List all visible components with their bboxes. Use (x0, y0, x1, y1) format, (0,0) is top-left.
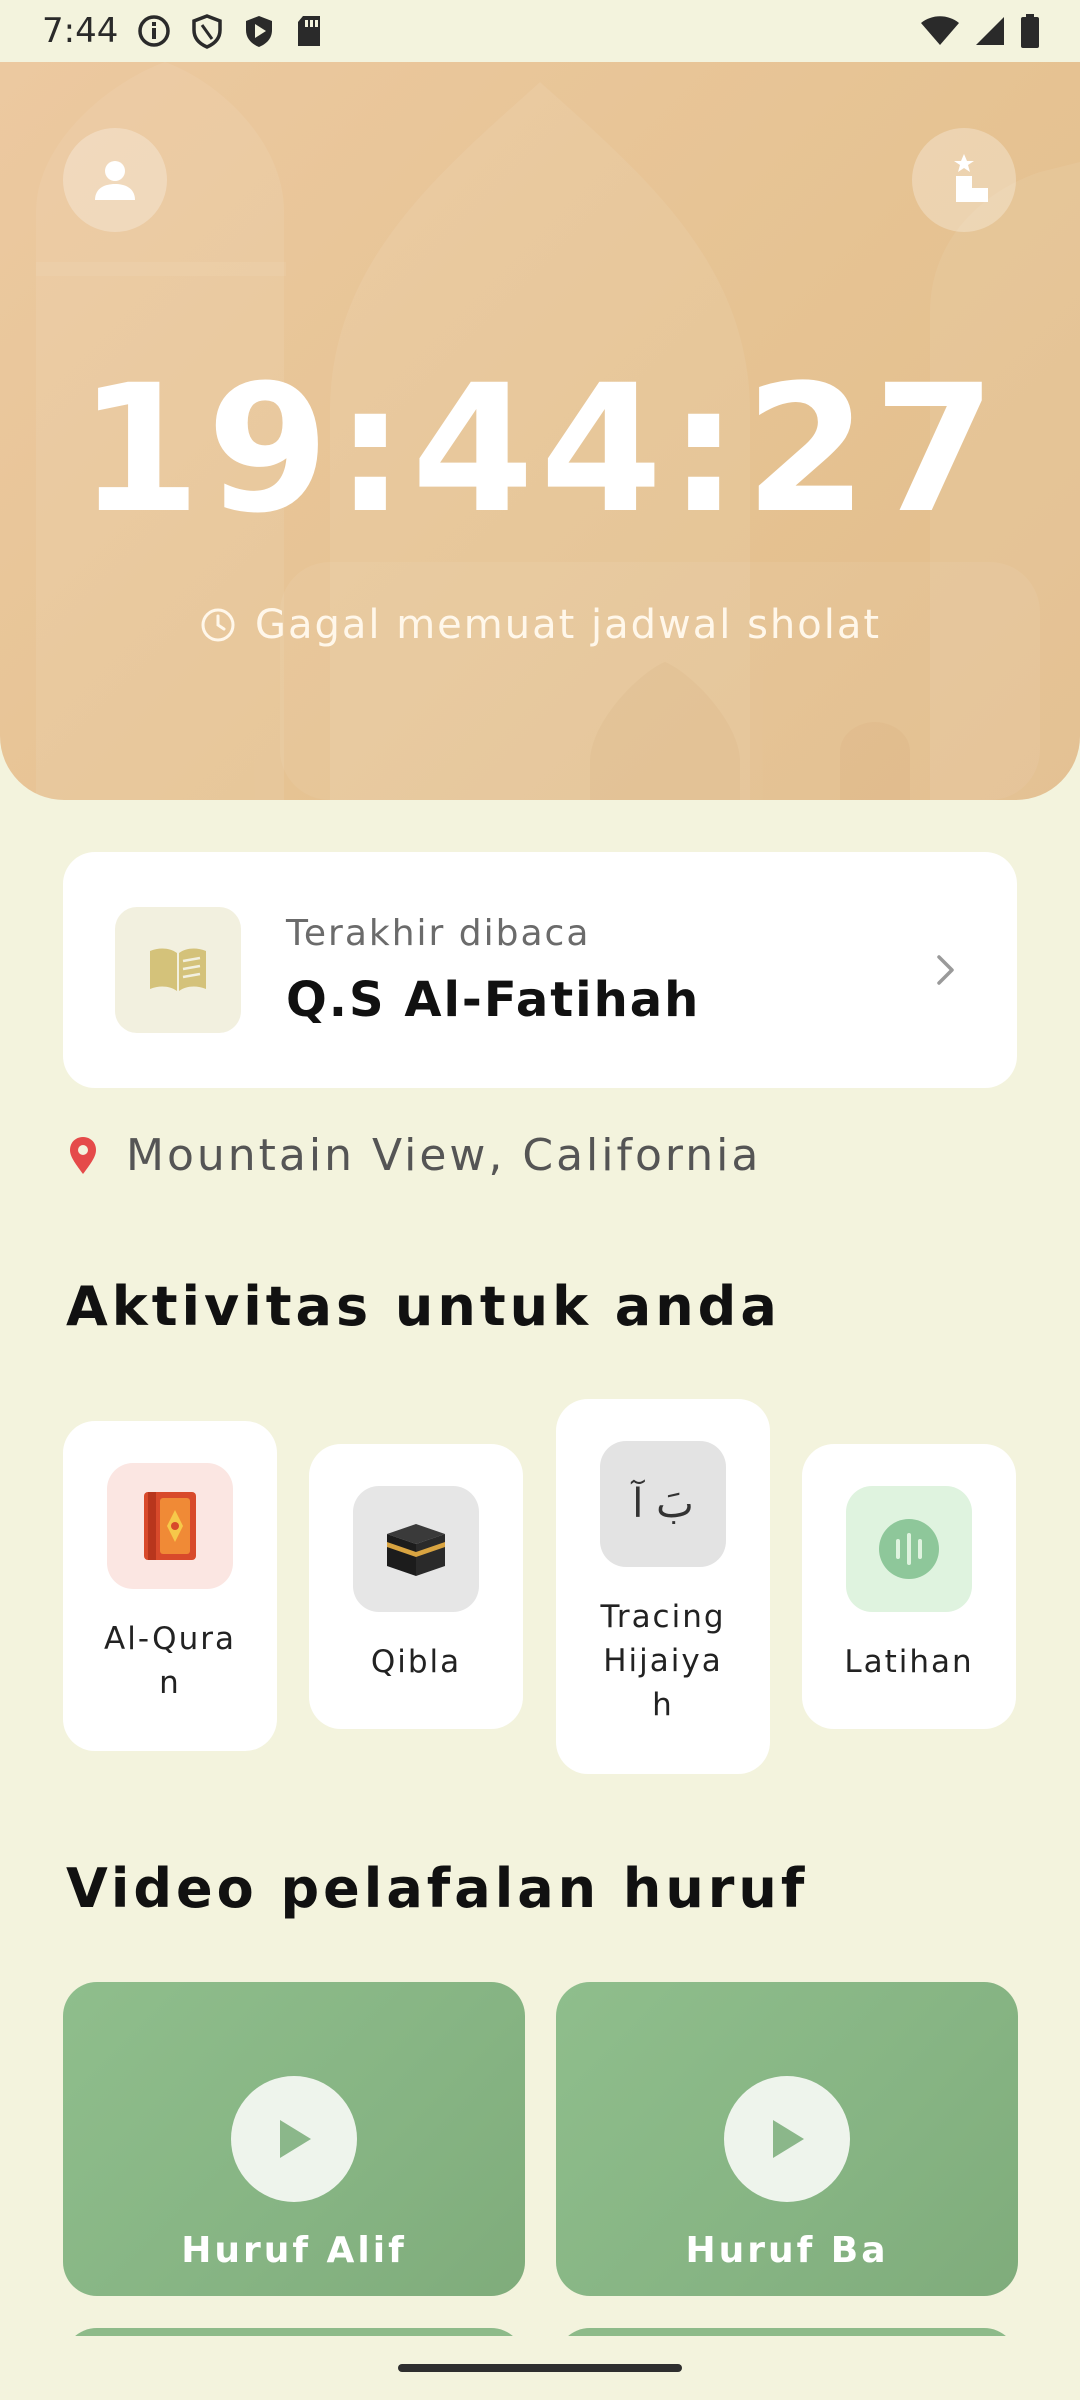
video-label: Huruf Alif (181, 2230, 407, 2271)
activity-card-tracing-hijaiyah[interactable]: بَ آ Tracing Hijaiyah (556, 1399, 770, 1774)
current-time-clock: 19:44:27 (78, 347, 1002, 552)
last-read-label: Terakhir dibaca (286, 912, 591, 954)
pillar-button[interactable] (912, 128, 1016, 232)
sd-card-icon (294, 14, 324, 48)
play-button[interactable] (724, 2076, 850, 2202)
activity-card-latihan[interactable]: Latihan (802, 1444, 1016, 1729)
info-icon (136, 13, 172, 49)
location-pin-icon (70, 1136, 96, 1174)
activity-label: Al-Quran (104, 1621, 236, 1701)
activity-label: Qibla (370, 1644, 462, 1680)
activity-label: Latihan (844, 1644, 974, 1680)
activity-card-qibla[interactable]: Qibla (309, 1444, 523, 1729)
profile-button[interactable] (63, 128, 167, 232)
wifi-icon (920, 15, 960, 47)
hijaiyah-tracing-icon: بَ آ (600, 1441, 726, 1567)
clock-icon (201, 608, 235, 642)
person-icon (95, 161, 135, 200)
battery-icon (1020, 14, 1040, 48)
play-icon (773, 2120, 804, 2158)
play-button[interactable] (231, 2076, 357, 2202)
activities-section-title: Aktivitas untuk anda (66, 1275, 781, 1338)
quran-book-icon (107, 1463, 233, 1589)
prayer-schedule-status: Gagal memuat jadwal sholat (0, 602, 1080, 648)
home-indicator[interactable] (398, 2364, 682, 2372)
prayer-time-header: 19:44:27 Gagal memuat jadwal sholat (0, 62, 1080, 800)
play-shield-icon (242, 13, 276, 49)
last-read-card[interactable]: Terakhir dibaca Q.S Al-Fatihah (63, 852, 1017, 1088)
play-icon (280, 2120, 311, 2158)
signal-icon (974, 15, 1006, 47)
location-row: Mountain View, California (68, 1130, 761, 1181)
audio-wave-icon (846, 1486, 972, 1612)
location-text: Mountain View, California (126, 1130, 762, 1181)
shield-icon (190, 13, 224, 49)
kaaba-icon (353, 1486, 479, 1612)
activity-card-al-quran[interactable]: Al-Quran (63, 1421, 277, 1751)
pillar-icon (954, 154, 988, 202)
activity-label: Tracing Hijaiyah (600, 1599, 726, 1723)
home-screen: 7:44 19:44:27 Gagal memuat jadwal sholat… (0, 0, 1080, 2400)
video-card-huruf-ba[interactable]: Huruf Ba (556, 1982, 1018, 2296)
prayer-schedule-text: Gagal memuat jadwal sholat (254, 602, 882, 648)
book-icon-box (115, 907, 241, 1033)
open-book-icon (150, 948, 206, 991)
status-time: 7:44 (42, 11, 119, 51)
videos-section-title: Video pelafalan huruf (66, 1857, 809, 1920)
hijaiyah-glyph: بَ آ (632, 1481, 694, 1527)
video-label: Huruf Ba (685, 2230, 889, 2271)
last-read-surah: Q.S Al-Fatihah (286, 971, 701, 1028)
video-card-huruf-alif[interactable]: Huruf Alif (63, 1982, 525, 2296)
status-bar: 7:44 (0, 0, 1080, 62)
chevron-right-icon (937, 955, 954, 985)
